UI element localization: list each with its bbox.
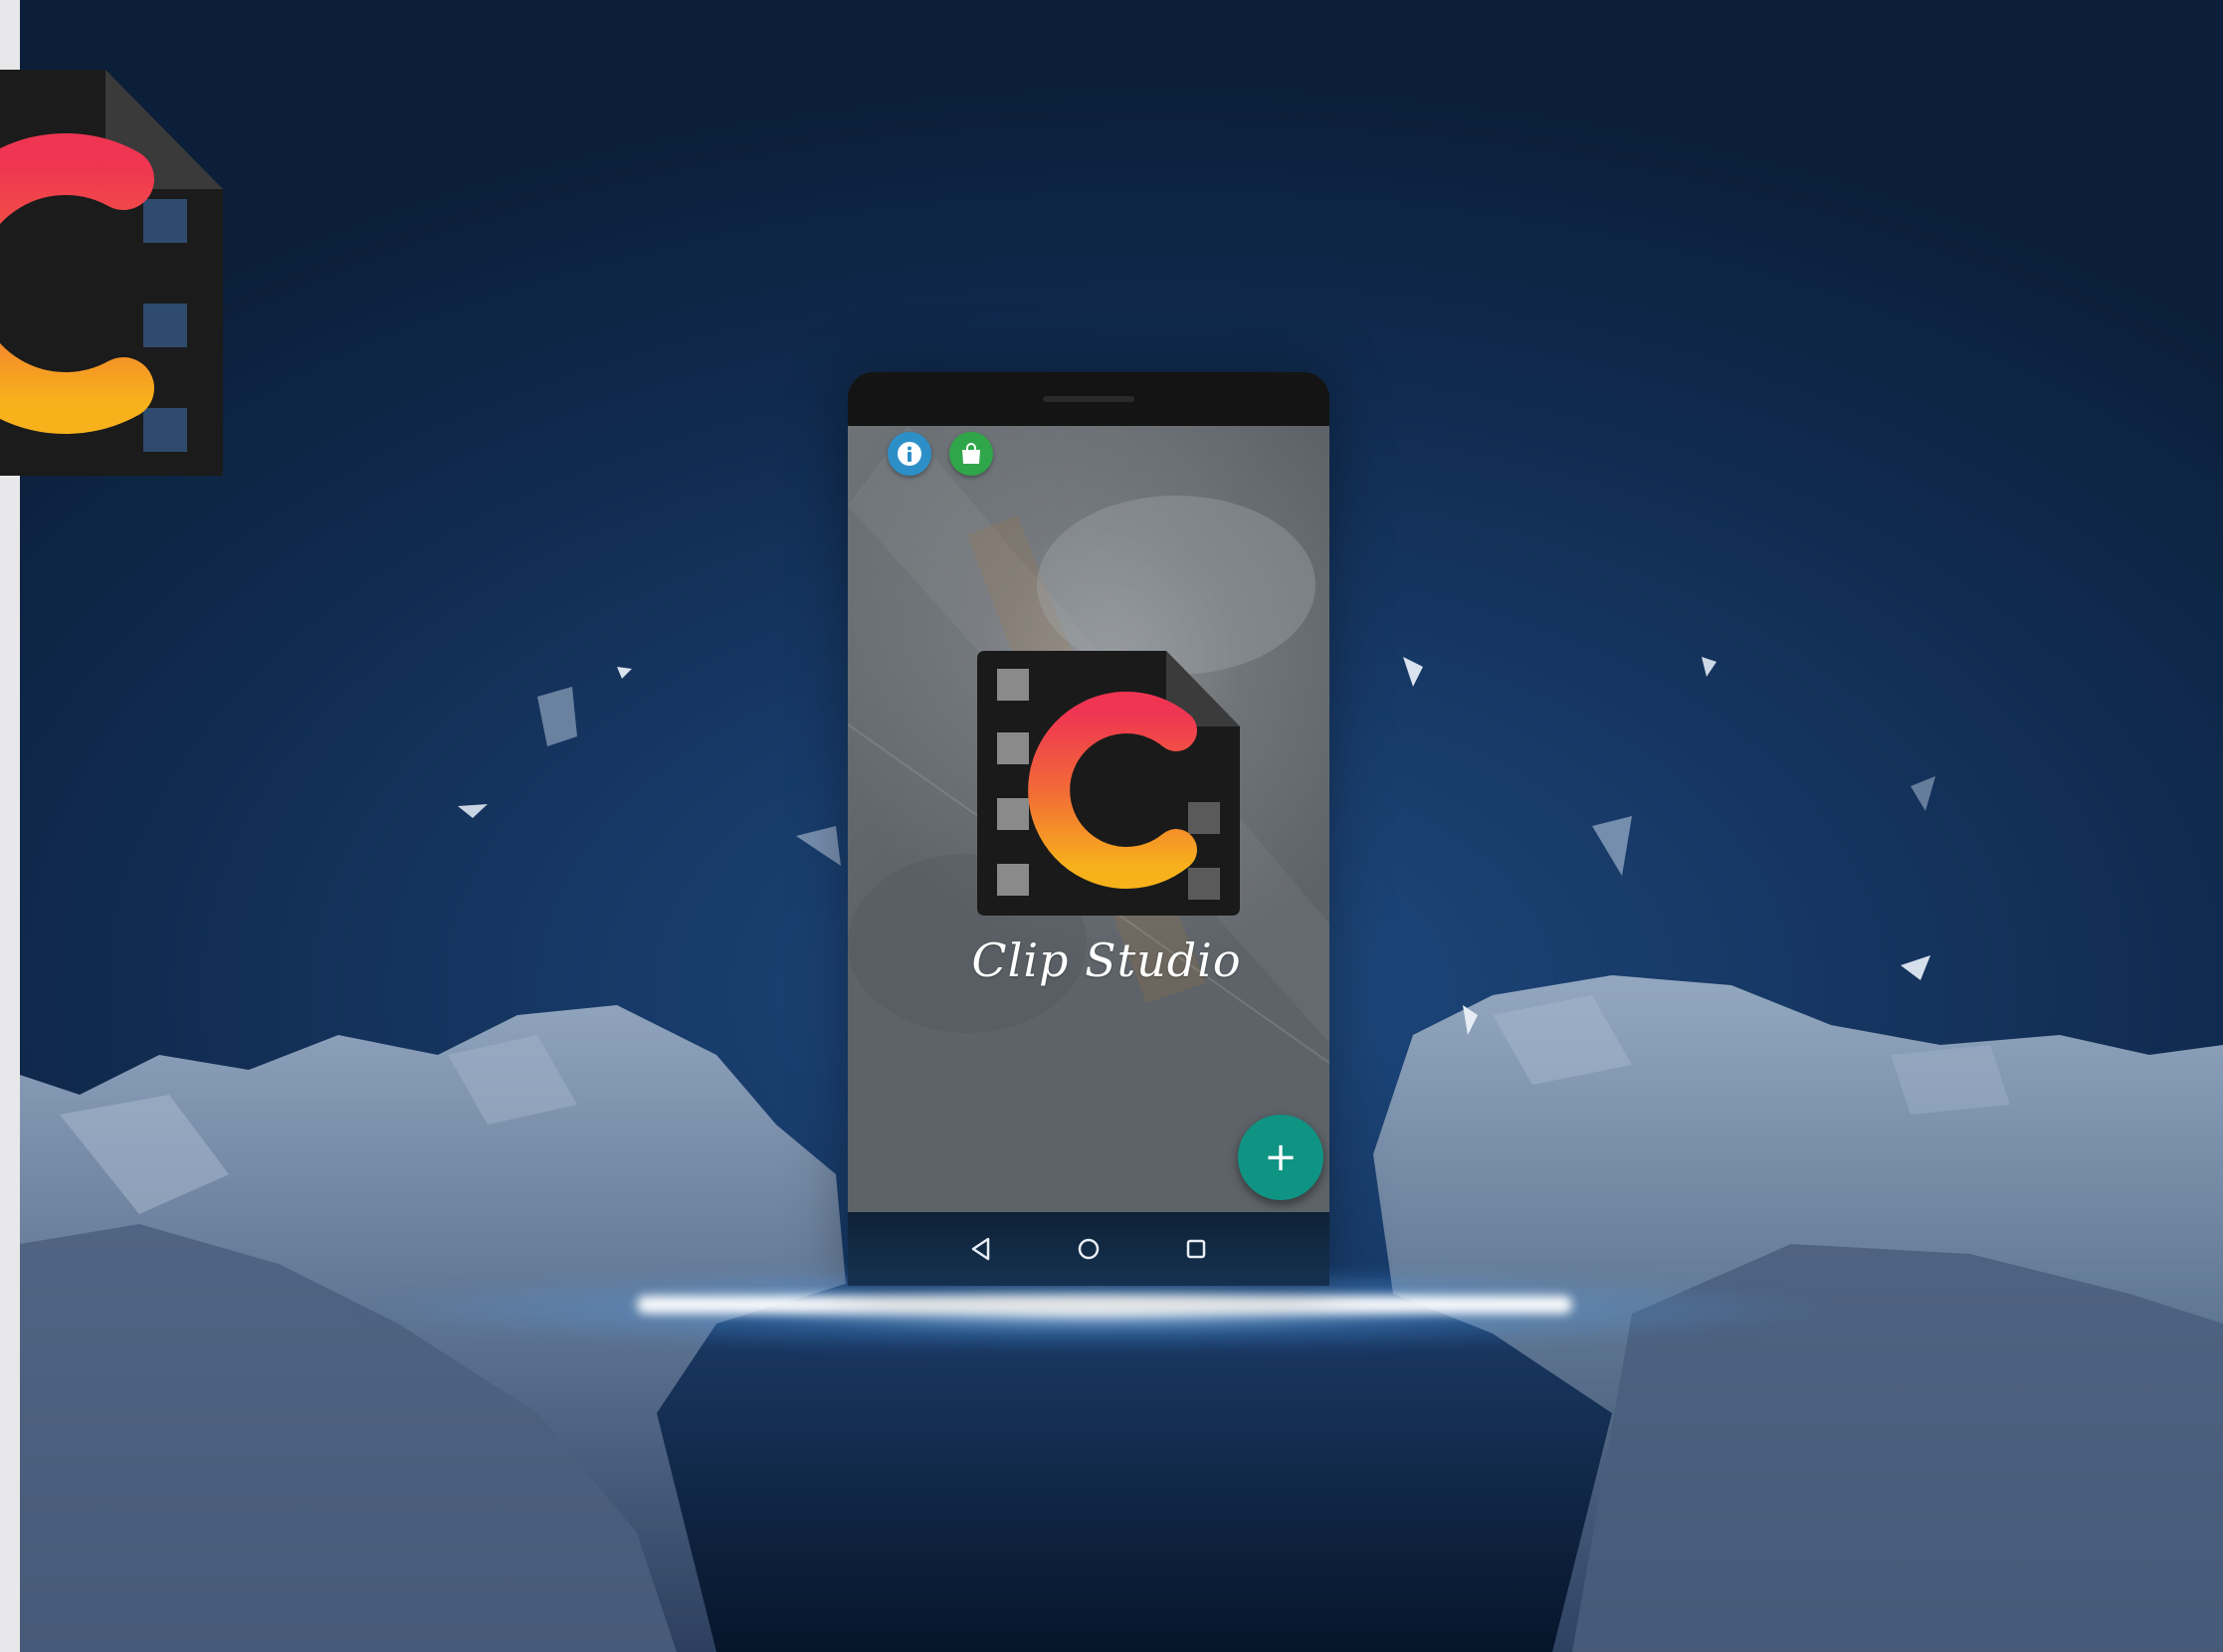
phone-speaker (1043, 396, 1134, 402)
back-triangle-icon (971, 1237, 990, 1261)
nav-recents-button[interactable] (1176, 1229, 1216, 1269)
android-nav-bar (848, 1212, 1329, 1286)
shop-button[interactable] (949, 432, 993, 476)
phone-bezel-top (848, 372, 1329, 426)
home-circle-icon (1078, 1238, 1100, 1260)
clip-studio-logo (977, 651, 1240, 916)
energy-glow-core (637, 1296, 1572, 1314)
info-icon (898, 442, 921, 466)
info-button[interactable] (888, 432, 931, 476)
corner-app-icon (0, 70, 223, 476)
plus-icon: + (1264, 1135, 1298, 1180)
shopping-bag-icon (962, 443, 980, 464)
recents-square-icon (1186, 1239, 1206, 1259)
app-name: Clip Studio (971, 933, 1242, 987)
add-fab-button[interactable]: + (1238, 1115, 1323, 1200)
nav-home-button[interactable] (1069, 1229, 1109, 1269)
nav-back-button[interactable] (961, 1229, 1001, 1269)
